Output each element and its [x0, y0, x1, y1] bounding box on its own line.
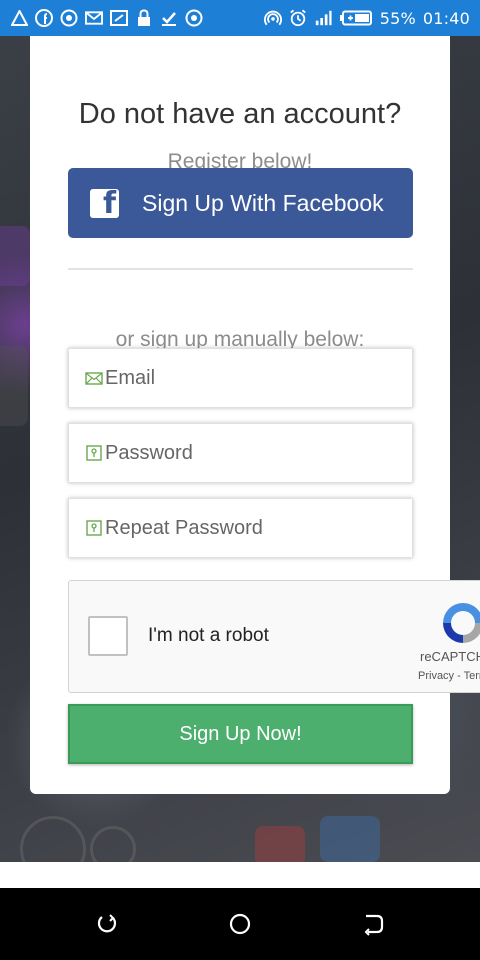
key-icon [86, 445, 102, 461]
hotspot-icon [263, 9, 282, 27]
recaptcha-brand: reCAPTCHA [420, 649, 480, 664]
background-tile [320, 816, 380, 862]
status-bar: 55% 01:40 [0, 0, 480, 36]
facebook-icon [35, 9, 53, 27]
alarm-icon [289, 9, 307, 27]
gmail-icon [85, 9, 103, 27]
download-done-icon [160, 9, 178, 27]
envelope-icon [85, 372, 103, 385]
background-tile [0, 346, 28, 426]
battery-icon [339, 9, 373, 27]
page-title: Do not have an account? [78, 98, 402, 130]
password-input[interactable] [105, 441, 385, 465]
alert-icon [10, 9, 28, 27]
battery-percentage: 55% [379, 8, 416, 28]
record-icon [185, 9, 203, 27]
screenshot-icon [110, 9, 128, 27]
navigation-bar [0, 888, 480, 960]
key-icon [86, 520, 102, 536]
facebook-logo-icon: f [90, 186, 119, 221]
status-bar-notifications [10, 9, 203, 27]
facebook-signup-button[interactable]: f Sign Up With Facebook [68, 168, 413, 238]
repeat-password-field[interactable] [68, 498, 413, 558]
recaptcha-widget: I'm not a robot reCAPTCHA Privacy - Term… [68, 580, 480, 693]
background-tile [255, 826, 305, 866]
recaptcha-logo-icon [443, 603, 480, 643]
email-field[interactable] [68, 348, 413, 408]
email-input[interactable] [105, 366, 385, 390]
status-bar-system: 55% 01:40 [263, 8, 470, 28]
recaptcha-privacy-terms[interactable]: Privacy - Terms [418, 670, 480, 682]
whatsapp-icon [60, 9, 78, 27]
recent-apps-icon[interactable] [95, 912, 119, 936]
lock-icon [135, 9, 153, 27]
password-field[interactable] [68, 423, 413, 483]
repeat-password-input[interactable] [105, 516, 385, 540]
back-icon[interactable] [361, 912, 385, 936]
divider [68, 268, 413, 270]
recaptcha-label: I'm not a robot [148, 625, 269, 646]
background-tile [0, 226, 30, 286]
clock: 01:40 [422, 8, 470, 28]
signal-icon [314, 9, 332, 27]
bottom-white-strip [0, 862, 480, 888]
home-icon[interactable] [228, 912, 252, 936]
recaptcha-checkbox[interactable] [88, 616, 128, 656]
signup-submit-button[interactable]: Sign Up Now! [68, 704, 413, 764]
facebook-signup-label: Sign Up With Facebook [142, 189, 384, 216]
